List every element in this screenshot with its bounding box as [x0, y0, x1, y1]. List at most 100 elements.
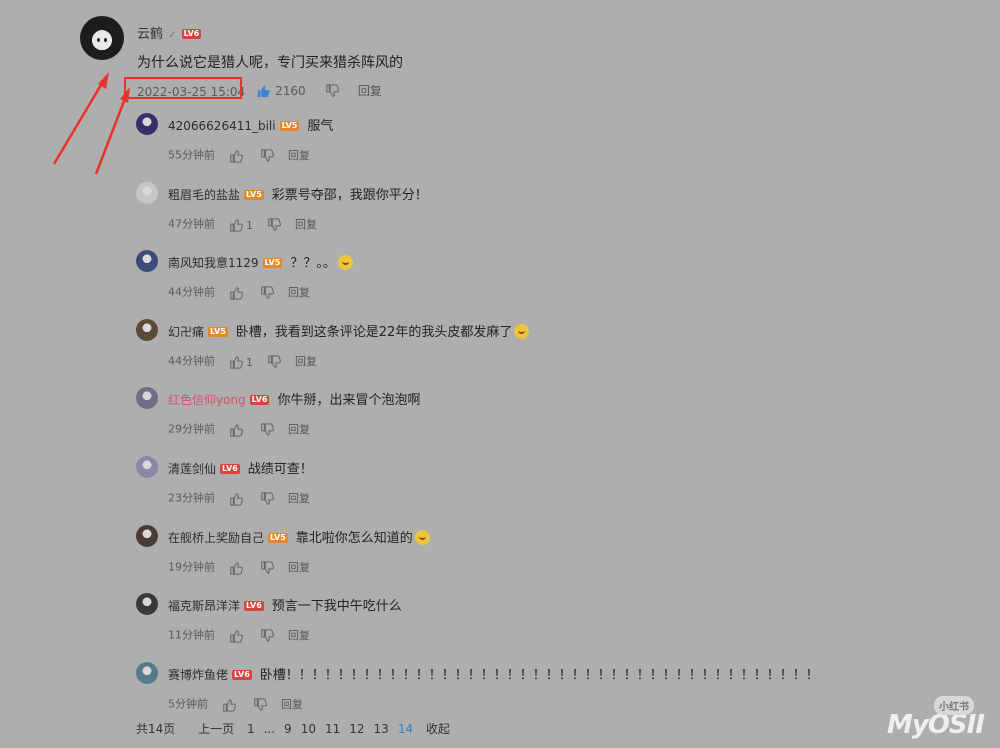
- thumbs-up-icon: [229, 282, 243, 301]
- reply-header: 南风知我意1129 LV5 ？？。。: [168, 252, 353, 271]
- thumbs-up-icon: [229, 145, 243, 164]
- reply-button[interactable]: 回复: [295, 218, 317, 231]
- reply-button[interactable]: 回复: [358, 84, 382, 98]
- reply-avatar[interactable]: [136, 113, 158, 135]
- like-button[interactable]: [222, 694, 239, 713]
- like-button[interactable]: 2160: [256, 80, 311, 99]
- reply-item: 粗眉毛的盐盐 LV5 彩票号夺邵，我跟你平分！ 47分钟前 1 回复: [136, 182, 996, 248]
- thumbs-up-filled-icon: [257, 85, 270, 97]
- reply-time: 55分钟前: [168, 148, 215, 162]
- level-badge: LV5: [208, 326, 228, 337]
- reply-username[interactable]: 南风知我意1129: [168, 256, 259, 270]
- collapse-link[interactable]: 收起: [426, 722, 450, 736]
- reply-avatar[interactable]: [136, 182, 158, 204]
- thumbs-up-icon: [229, 351, 243, 370]
- reply-avatar[interactable]: [136, 319, 158, 341]
- thumbs-down-icon[interactable]: [253, 694, 267, 713]
- reply-username[interactable]: 42066626411_bili: [168, 119, 276, 133]
- reply-header: 清莲剑仙 LV6 战绩可查！: [168, 458, 313, 477]
- reply-button[interactable]: 回复: [288, 149, 310, 162]
- reply-item: 南风知我意1129 LV5 ？？。。 44分钟前 回复: [136, 250, 996, 316]
- page-link[interactable]: 10: [301, 722, 316, 736]
- reply-button[interactable]: 回复: [288, 561, 310, 574]
- reply-text: 你牛掰，出来冒个泡泡啊: [277, 393, 421, 408]
- page-list: 1... 9 10 11 12 13 14: [247, 722, 422, 736]
- main-comment-header: 云鹤 ✓ LV6: [137, 23, 202, 42]
- thumbs-down-icon[interactable]: [260, 145, 274, 164]
- reply-item: 42066626411_bili LV5 服气 55分钟前 回复: [136, 113, 996, 179]
- like-button[interactable]: [229, 557, 246, 576]
- like-count: 1: [246, 219, 253, 232]
- reply-button[interactable]: 回复: [281, 698, 303, 711]
- reply-meta: 5分钟前 回复: [168, 693, 303, 712]
- reply-text: 预言一下我中午吃什么: [271, 599, 402, 614]
- page-link[interactable]: 11: [325, 722, 340, 736]
- reply-avatar[interactable]: [136, 593, 158, 615]
- main-comment-text: 为什么说它是猎人呢，专门买来猎杀阵风的: [137, 55, 403, 71]
- reply-header: 幻卍痛 LV5 卧槽，我看到这条评论是22年的我头皮都发麻了: [168, 321, 530, 340]
- thumbs-down-icon[interactable]: [267, 214, 281, 233]
- reply-header: 粗眉毛的盐盐 LV5 彩票号夺邵，我跟你平分！: [168, 184, 428, 203]
- prev-page-link[interactable]: 上一页: [198, 722, 234, 736]
- level-badge: LV6: [232, 669, 252, 680]
- page-link[interactable]: 13: [374, 722, 389, 736]
- thumbs-down-icon[interactable]: [260, 282, 274, 301]
- thumbs-down-icon[interactable]: [260, 419, 274, 438]
- thumbs-down-icon[interactable]: [260, 625, 274, 644]
- reply-button[interactable]: 回复: [288, 286, 310, 299]
- reply-avatar[interactable]: [136, 456, 158, 478]
- reply-meta: 47分钟前 1 回复: [168, 213, 317, 233]
- reply-text: 战绩可查！: [247, 462, 313, 477]
- reply-button[interactable]: 回复: [288, 492, 310, 505]
- reply-avatar[interactable]: [136, 387, 158, 409]
- thumbs-up-icon: [229, 625, 243, 644]
- page-link[interactable]: 1: [247, 722, 255, 736]
- reply-username[interactable]: 赛博炸鱼佬: [168, 668, 228, 682]
- reply-username[interactable]: 红色信仰yong: [168, 393, 246, 407]
- level-badge: LV6: [244, 600, 264, 611]
- watermark-badge: 小红书: [934, 696, 974, 715]
- reply-username[interactable]: 幻卍痛: [168, 325, 204, 339]
- reply-avatar[interactable]: [136, 525, 158, 547]
- reply-avatar[interactable]: [136, 662, 158, 684]
- reply-button[interactable]: 回复: [288, 629, 310, 642]
- pagination: 共14页 上一页 1... 9 10 11 12 13 14 收起: [136, 720, 459, 737]
- page-link[interactable]: 12: [349, 722, 364, 736]
- reply-avatar[interactable]: [136, 250, 158, 272]
- like-button[interactable]: [229, 488, 246, 507]
- reply-header: 42066626411_bili LV5 服气: [168, 115, 333, 134]
- level-badge: LV5: [244, 189, 264, 200]
- reply-time: 47分钟前: [168, 217, 215, 231]
- thumbs-down-icon[interactable]: [260, 557, 274, 576]
- like-button[interactable]: [229, 145, 246, 164]
- like-count: 2160: [275, 84, 306, 98]
- thumbs-up-icon: [229, 419, 243, 438]
- thumbs-down-icon[interactable]: [325, 83, 339, 98]
- page-link[interactable]: 9: [284, 722, 292, 736]
- reply-item: 福克斯昂洋洋 LV6 预言一下我中午吃什么 11分钟前 回复: [136, 593, 996, 659]
- like-button[interactable]: 1: [229, 351, 253, 370]
- reply-username[interactable]: 清莲剑仙: [168, 462, 216, 476]
- reply-username[interactable]: 在舰桥上奖励自己: [168, 531, 264, 545]
- level-badge: LV5: [268, 532, 288, 543]
- reply-time: 5分钟前: [168, 697, 208, 711]
- thumbs-down-icon[interactable]: [260, 488, 274, 507]
- thumbs-down-icon[interactable]: [267, 351, 281, 370]
- reply-item: 清莲剑仙 LV6 战绩可查！ 23分钟前 回复: [136, 456, 996, 522]
- like-button[interactable]: [229, 282, 246, 301]
- verified-check-icon: ✓: [168, 30, 177, 41]
- reply-username[interactable]: 福克斯昂洋洋: [168, 599, 240, 613]
- thumbs-up-icon: [229, 214, 243, 233]
- reply-text: 卧槽！！！！！！！！！！！！！！！！！！！！！！！！！！！！！！！！！！！！！！…: [259, 668, 819, 683]
- reply-button[interactable]: 回复: [295, 355, 317, 368]
- like-button[interactable]: 1: [229, 214, 253, 233]
- main-comment-username[interactable]: 云鹤: [137, 27, 163, 42]
- main-comment-avatar[interactable]: [80, 16, 124, 60]
- reply-time: 44分钟前: [168, 285, 215, 299]
- like-button[interactable]: [229, 625, 246, 644]
- reply-username[interactable]: 粗眉毛的盐盐: [168, 188, 240, 202]
- page-link[interactable]: 14: [398, 722, 413, 736]
- reply-button[interactable]: 回复: [288, 423, 310, 436]
- reply-meta: 44分钟前 1 回复: [168, 350, 317, 370]
- like-button[interactable]: [229, 419, 246, 438]
